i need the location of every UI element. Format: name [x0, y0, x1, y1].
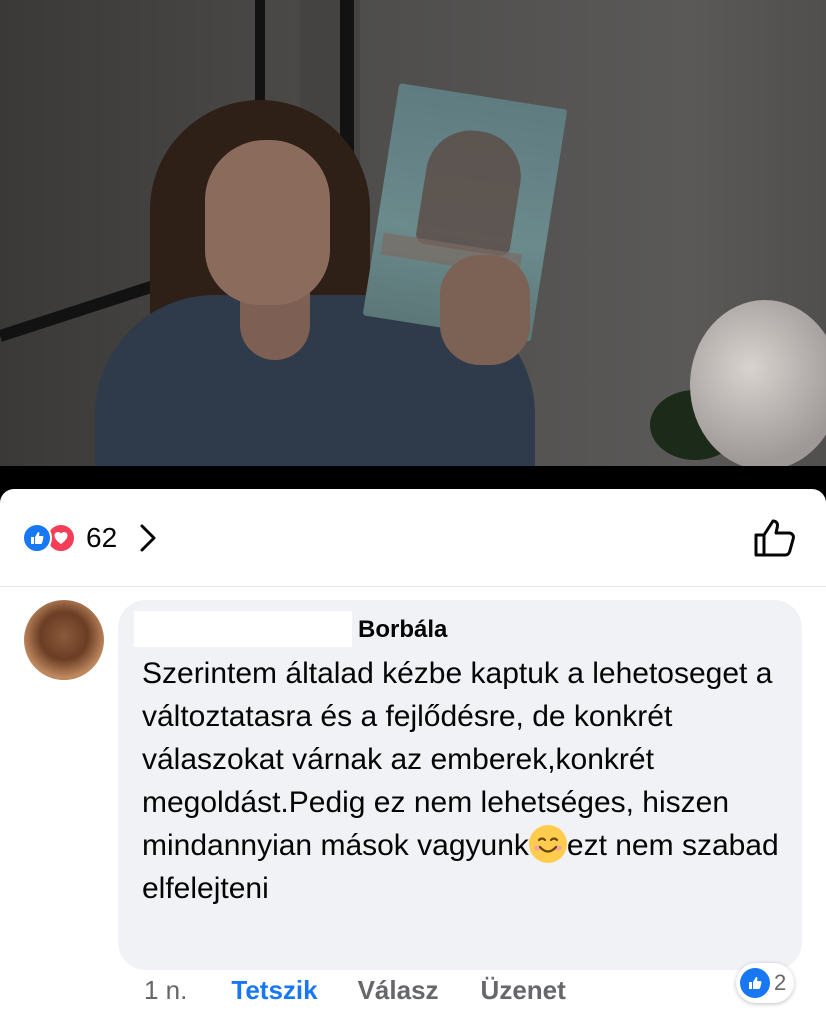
comment-actions: 1 n. Tetszik Válasz Üzenet — [144, 975, 566, 1006]
comment-reactions[interactable]: 2 — [736, 963, 795, 1003]
reply-button[interactable]: Válasz — [358, 975, 439, 1006]
divider — [0, 586, 826, 587]
comment-author[interactable]: Borbála — [358, 616, 447, 644]
comment-time[interactable]: 1 n. — [144, 975, 187, 1006]
comment-reaction-count: 2 — [774, 970, 787, 995]
like-button[interactable]: Tetszik — [231, 975, 317, 1006]
avatar[interactable] — [24, 600, 104, 680]
like-icon — [22, 523, 52, 553]
video-player[interactable] — [0, 0, 826, 466]
redacted-name — [134, 611, 352, 647]
comments-panel: 62 Borbála Szerintem általad kézbe kaptu… — [0, 489, 826, 1024]
book-photo — [414, 123, 528, 258]
like-icon — [740, 968, 770, 998]
chevron-right-icon[interactable] — [139, 523, 157, 553]
comment-bubble[interactable]: Borbála Szerintem általad kézbe kaptuk a… — [118, 600, 802, 970]
reactions-summary[interactable]: 62 — [22, 513, 157, 563]
smiling-face-icon — [528, 825, 567, 863]
comment-text: Szerintem általad kézbe kaptuk a lehetos… — [142, 652, 792, 910]
message-button[interactable]: Üzenet — [481, 975, 566, 1006]
reaction-count: 62 — [86, 522, 118, 553]
flower — [690, 300, 826, 466]
thumbs-up-outline-icon[interactable] — [752, 513, 798, 563]
person-hand — [440, 255, 530, 365]
person-face — [205, 140, 330, 305]
